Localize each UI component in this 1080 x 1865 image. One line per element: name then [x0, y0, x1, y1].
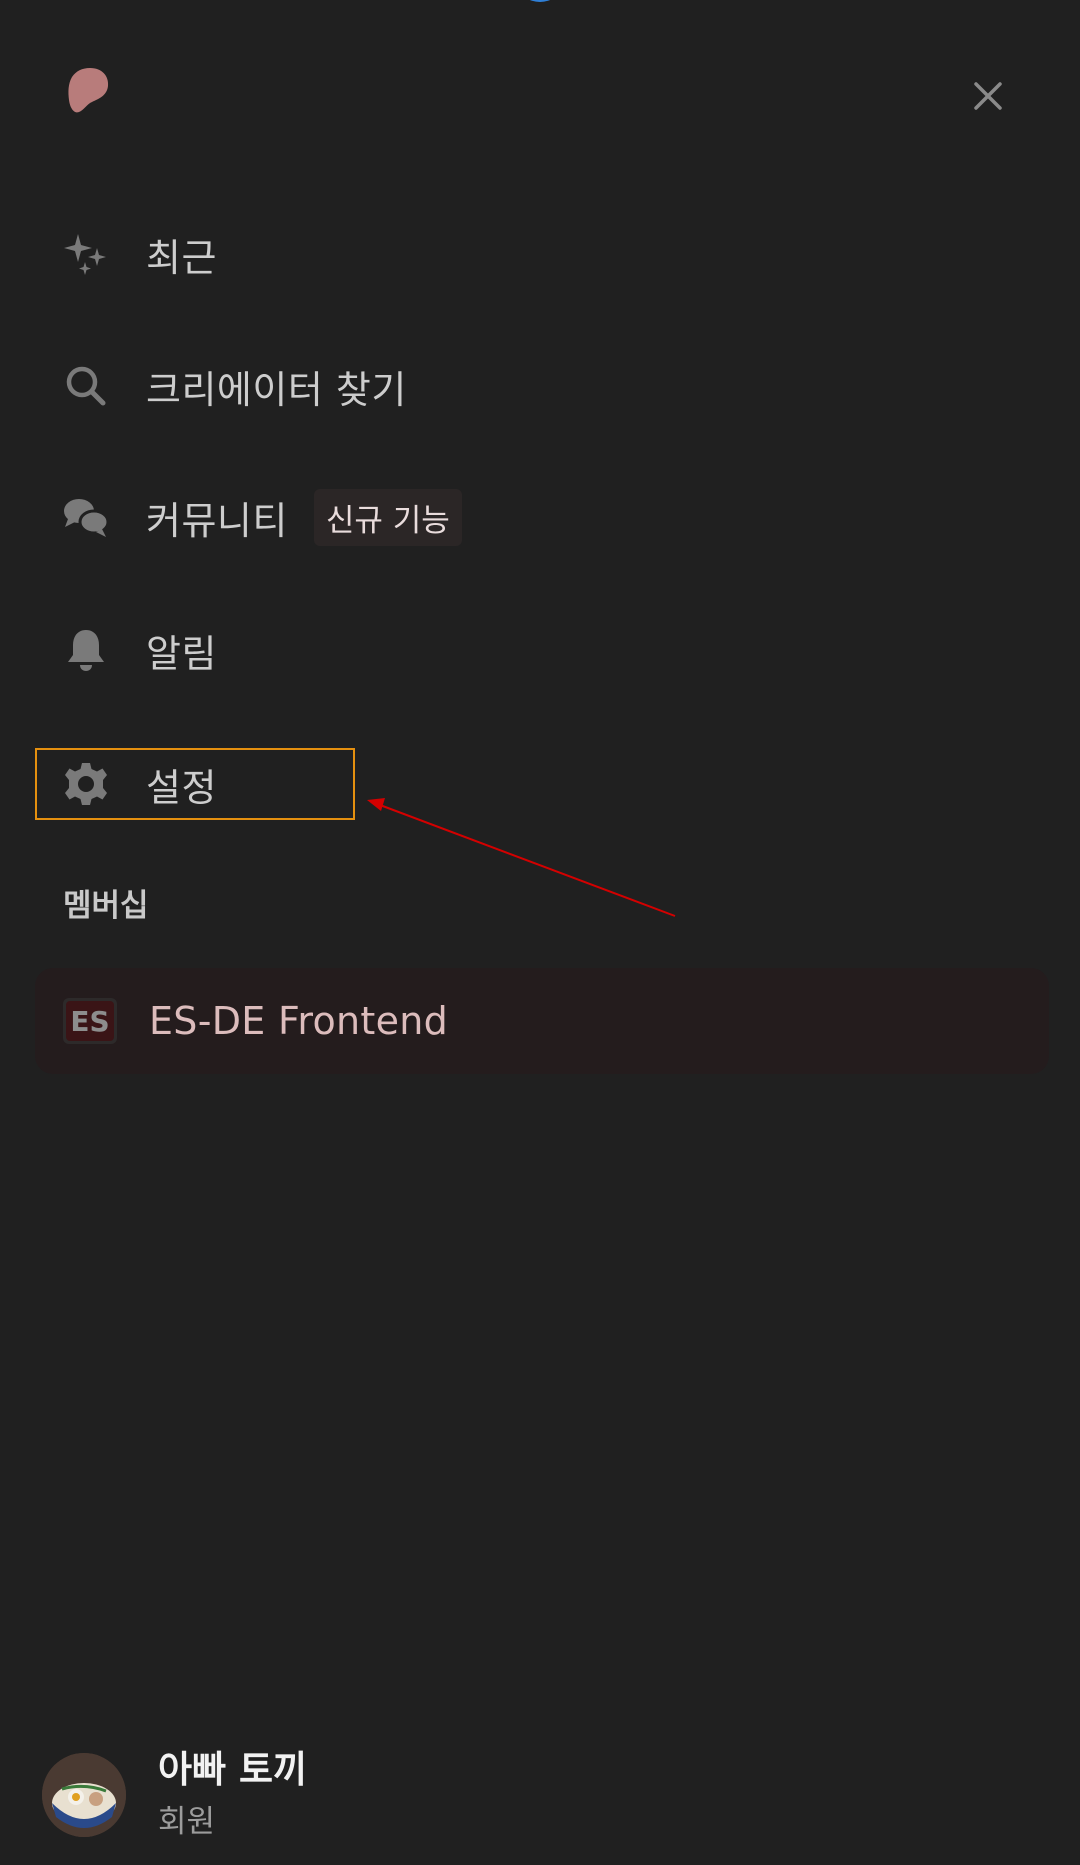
- chat-bubbles-icon: [60, 491, 112, 543]
- user-role: 회원: [158, 1804, 216, 1840]
- nav-recent-label: 최근: [146, 235, 217, 280]
- membership-item-es-de-frontend[interactable]: ES ES-DE Frontend: [35, 968, 1049, 1074]
- es-de-logo-icon: ES: [63, 998, 117, 1044]
- nav-settings[interactable]: 설정: [60, 748, 217, 820]
- nav-notifications[interactable]: 알림: [60, 614, 217, 686]
- user-profile[interactable]: 아빠 토끼 회원: [42, 1746, 307, 1844]
- gear-icon: [60, 758, 112, 810]
- svg-text:ES: ES: [70, 1005, 109, 1038]
- sparkles-icon: [60, 228, 112, 280]
- bell-icon: [60, 624, 112, 676]
- nav-settings-label: 설정: [146, 765, 217, 810]
- nav-notifications-label: 알림: [146, 631, 217, 676]
- membership-section-title: 멤버십: [63, 888, 149, 924]
- profile-text: 아빠 토끼 회원: [158, 1746, 307, 1844]
- nav-find-creators[interactable]: 크리에이터 찾기: [60, 350, 407, 422]
- user-name: 아빠 토끼: [158, 1748, 308, 1791]
- nav-community[interactable]: 커뮤니티 신규 기능: [60, 481, 462, 553]
- nav-recent[interactable]: 최근: [60, 218, 217, 290]
- status-indicator: [519, 0, 561, 2]
- search-icon: [60, 360, 112, 412]
- nav-community-label: 커뮤니티: [146, 498, 288, 543]
- new-feature-badge: 신규 기능: [313, 488, 462, 546]
- close-icon[interactable]: [970, 78, 1006, 114]
- avatar: [42, 1753, 126, 1837]
- membership-name: ES-DE Frontend: [149, 999, 449, 1043]
- nav-find-creators-label: 크리에이터 찾기: [146, 367, 407, 412]
- patreon-logo-icon[interactable]: [66, 66, 110, 114]
